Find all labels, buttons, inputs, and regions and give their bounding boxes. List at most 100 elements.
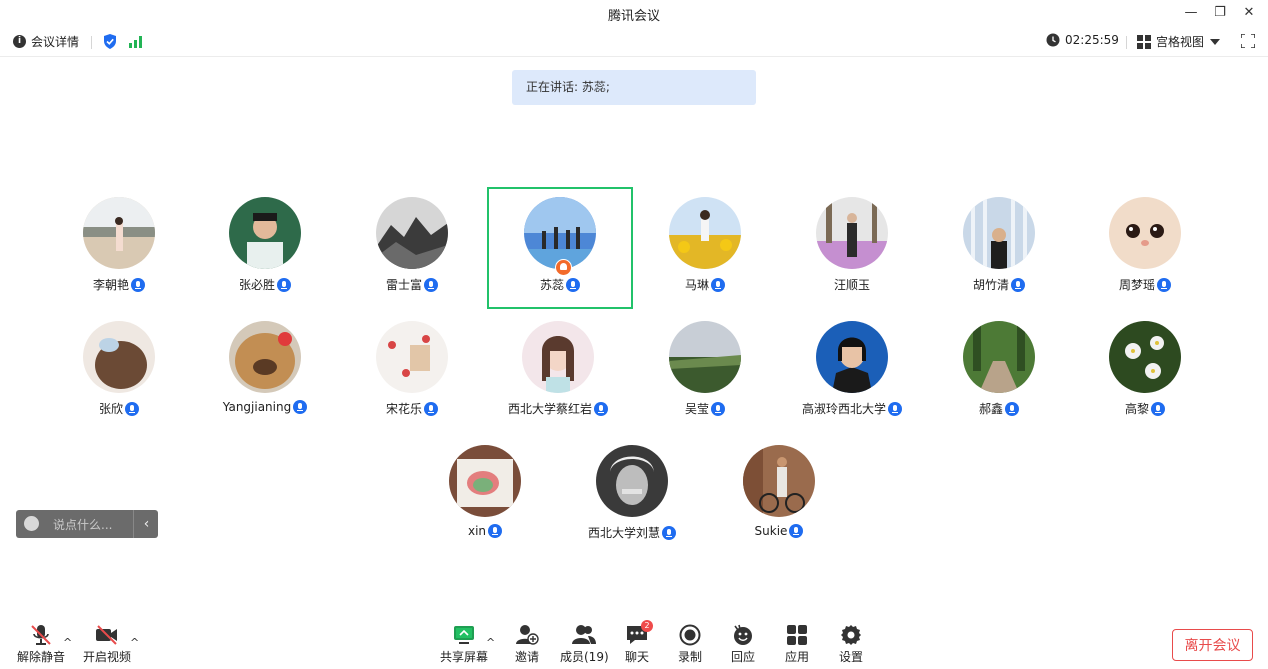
avatar	[596, 445, 668, 517]
avatar	[376, 321, 448, 393]
avatar	[669, 197, 741, 269]
participant-tile[interactable]: 郝鑫	[926, 311, 1072, 433]
avatar	[376, 197, 448, 269]
participant-name: xin	[467, 524, 487, 538]
mic-on-icon	[1151, 401, 1165, 416]
start-video-button[interactable]: 开启视频	[83, 624, 131, 665]
meeting-info-bar: i 会议详情 02:25:59 宫格视图	[0, 28, 1268, 57]
chat-unread-badge: 2	[641, 620, 653, 632]
avatar	[229, 321, 301, 393]
participant-name: 雷士富	[385, 278, 422, 292]
meeting-timer: 02:25:59	[1046, 33, 1119, 47]
avatar	[524, 197, 596, 269]
avatar	[743, 445, 815, 517]
share-screen-button[interactable]: 共享屏幕	[440, 624, 488, 665]
participant-tile[interactable]: Yangjianing	[192, 311, 338, 433]
participant-tile[interactable]: 张必胜	[192, 187, 338, 309]
camera-off-icon	[95, 624, 119, 646]
video-options-caret[interactable]: ^	[130, 636, 139, 649]
mic-on-icon	[1011, 277, 1025, 292]
unmute-label: 解除静音	[17, 650, 66, 664]
participant-name: 苏蕊	[539, 278, 564, 292]
leave-meeting-button[interactable]: 离开会议	[1172, 629, 1253, 661]
fullscreen-button[interactable]	[1241, 34, 1255, 48]
meeting-details-label: 会议详情	[31, 35, 80, 49]
participant-tile[interactable]: 汪顺玉	[779, 187, 925, 309]
meeting-details-button[interactable]: i 会议详情	[13, 33, 79, 50]
participant-name: 郝鑫	[978, 402, 1003, 416]
mic-on-icon	[1157, 277, 1171, 292]
mic-on-icon	[888, 401, 902, 416]
chat-button[interactable]: 2 聊天	[625, 620, 653, 665]
participant-tile[interactable]: 高黎	[1072, 311, 1218, 433]
participant-name: 汪顺玉	[833, 278, 870, 292]
window-title: 腾讯会议	[607, 9, 660, 24]
participant-tile[interactable]: 张欣	[46, 311, 192, 433]
participant-tile[interactable]: 雷士富	[339, 187, 485, 309]
mic-on-icon	[424, 401, 438, 416]
participant-tile[interactable]: Sukie	[706, 435, 852, 557]
participant-tile[interactable]: 马琳	[632, 187, 778, 309]
participant-name: 宋花乐	[385, 402, 422, 416]
participant-name: 吴莹	[684, 402, 709, 416]
security-shield-icon[interactable]	[103, 34, 117, 49]
mic-on-icon	[293, 400, 308, 414]
avatar	[229, 197, 301, 269]
unmute-button[interactable]: 解除静音	[17, 624, 65, 665]
react-label: 回应	[731, 650, 756, 664]
chat-label: 聊天	[625, 650, 650, 664]
members-button[interactable]: 成员(19)	[560, 624, 609, 665]
participant-name: Yangjianing	[222, 400, 292, 414]
participant-tile[interactable]: xin	[412, 435, 558, 557]
participant-tile[interactable]: 吴莹	[632, 311, 778, 433]
settings-button[interactable]: 设置	[839, 624, 863, 665]
audio-options-caret[interactable]: ^	[63, 636, 72, 649]
mic-on-icon	[488, 524, 503, 538]
emoji-icon[interactable]	[24, 516, 39, 531]
mic-on-icon	[594, 401, 608, 416]
participant-name: 高淑玲西北大学	[801, 402, 886, 416]
minimize-button[interactable]: —	[1180, 3, 1202, 23]
participant-tile-active-speaker[interactable]: 苏蕊	[487, 187, 633, 309]
participant-tile[interactable]: 胡竹清	[926, 187, 1072, 309]
close-button[interactable]: ✕	[1238, 3, 1260, 23]
record-button[interactable]: 录制	[678, 624, 702, 665]
avatar	[522, 321, 594, 393]
mic-muted-icon	[29, 624, 53, 646]
restore-button[interactable]: ❐	[1209, 3, 1231, 23]
grid-view-icon	[1137, 34, 1151, 49]
chat-icon: 2	[625, 620, 653, 646]
mic-on-icon	[424, 277, 438, 292]
participant-tile[interactable]: 西北大学蔡红岩	[485, 311, 631, 433]
members-icon	[572, 624, 597, 646]
mic-on-icon	[277, 277, 291, 292]
avatar	[816, 321, 888, 393]
avatar	[963, 197, 1035, 269]
avatar	[1109, 321, 1181, 393]
quick-chat-input[interactable]: 说点什么... ‹	[16, 510, 158, 538]
participant-name: 张欣	[98, 402, 123, 416]
participant-tile[interactable]: 周梦瑶	[1072, 187, 1218, 309]
react-button[interactable]: 回应	[731, 624, 755, 665]
collapse-chat-button[interactable]: ‹	[133, 510, 159, 538]
participant-tile[interactable]: 李朝艳	[46, 187, 192, 309]
mic-on-icon	[125, 401, 139, 416]
chevron-down-icon	[1210, 38, 1221, 45]
members-label: 成员(19)	[560, 650, 609, 664]
network-signal-icon[interactable]	[129, 35, 144, 48]
fullscreen-icon	[1241, 34, 1255, 48]
participant-tile[interactable]: 宋花乐	[339, 311, 485, 433]
participant-name: Sukie	[754, 524, 788, 538]
invite-button[interactable]: 邀请	[515, 624, 539, 665]
view-mode-dropdown[interactable]: 宫格视图	[1137, 33, 1221, 50]
avatar	[816, 197, 888, 269]
share-options-caret[interactable]: ^	[486, 636, 495, 649]
participant-name: 周梦瑶	[1118, 278, 1155, 292]
participant-tile[interactable]: 西北大学刘慧	[559, 435, 705, 557]
participant-tile[interactable]: 高淑玲西北大学	[779, 311, 925, 433]
hand-wave-icon	[731, 624, 755, 646]
mic-on-icon	[1005, 401, 1019, 416]
info-icon: i	[13, 35, 26, 48]
apps-button[interactable]: 应用	[785, 624, 809, 665]
mic-on-icon	[662, 525, 676, 540]
